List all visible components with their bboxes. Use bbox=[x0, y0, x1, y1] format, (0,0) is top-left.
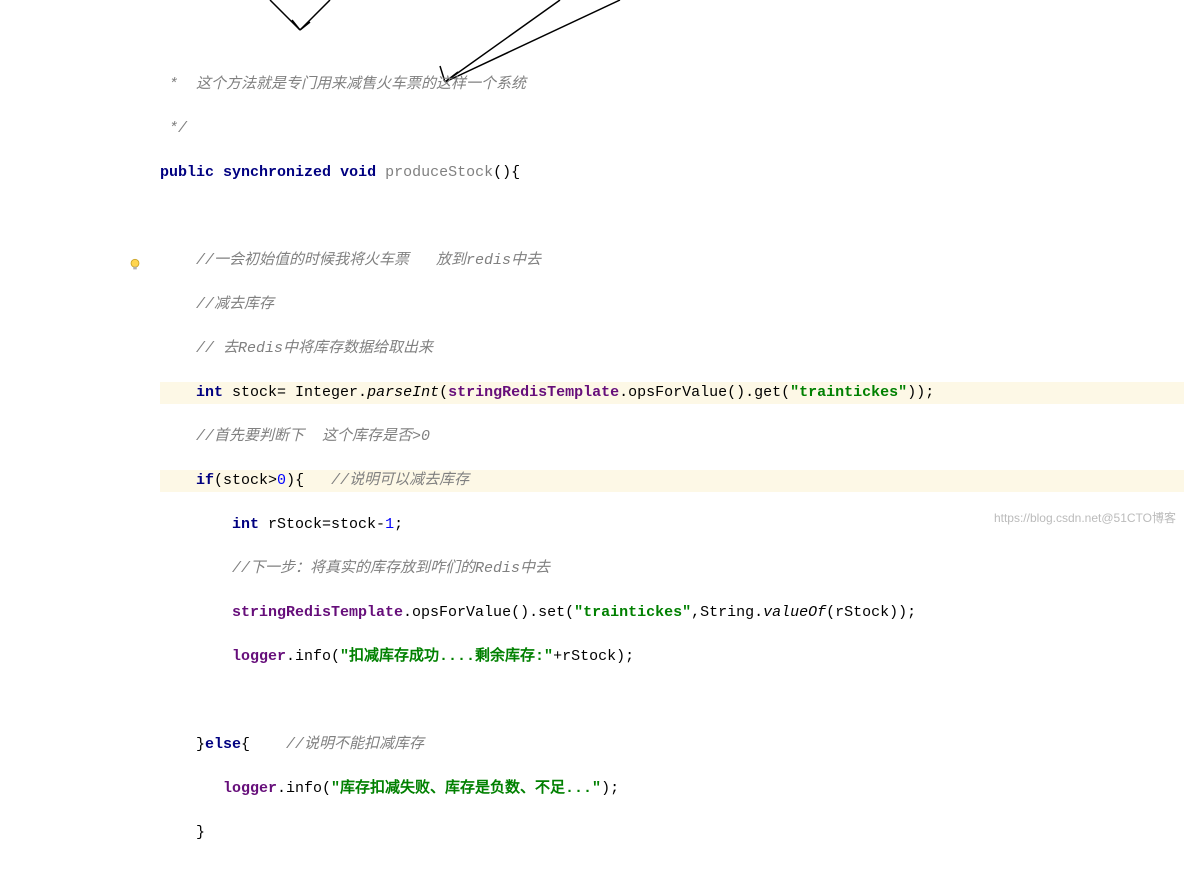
number: 1 bbox=[385, 516, 394, 533]
indent bbox=[160, 384, 196, 401]
indent bbox=[160, 780, 223, 797]
comment: // 去Redis中将库存数据给取出来 bbox=[160, 340, 433, 357]
code: (stock> bbox=[214, 472, 277, 489]
comment: //说明可以减去库存 bbox=[331, 472, 469, 489]
comment: //一会初始值的时候我将火车票 放到redis中去 bbox=[160, 252, 541, 269]
watermark: https://blog.csdn.net@51CTO博客 bbox=[994, 509, 1176, 526]
code: ); bbox=[601, 780, 619, 797]
comment: //说明不能扣减库存 bbox=[286, 736, 424, 753]
code: .info( bbox=[286, 648, 340, 665]
doc-comment: * 这个方法就是专门用来减售火车票的这样一个系统 bbox=[160, 76, 526, 93]
number: 0 bbox=[277, 472, 286, 489]
code: ,String. bbox=[691, 604, 763, 621]
indent bbox=[160, 648, 232, 665]
method-name: produceStock bbox=[385, 164, 493, 181]
comment: //下一步：将真实的库存放到咋们的Redis中去 bbox=[160, 560, 550, 577]
string-literal: "库存扣减失败、库存是负数、不足..." bbox=[331, 780, 601, 797]
code: { bbox=[241, 736, 286, 753]
kw-synchronized: synchronized bbox=[223, 164, 331, 181]
code-editor[interactable]: * 这个方法就是专门用来减售火车票的这样一个系统 */ public synch… bbox=[0, 0, 1184, 888]
kw-int: int bbox=[232, 516, 259, 533]
kw-else: else bbox=[205, 736, 241, 753]
static-call: parseInt bbox=[367, 384, 439, 401]
code: ; bbox=[394, 516, 403, 533]
kw-if: if bbox=[196, 472, 214, 489]
kw-void: void bbox=[340, 164, 376, 181]
static-call: valueOf bbox=[763, 604, 826, 621]
kw-int: int bbox=[196, 384, 223, 401]
field-ref: stringRedisTemplate bbox=[448, 384, 619, 401]
indent bbox=[160, 472, 196, 489]
code: ){ bbox=[286, 472, 331, 489]
field-ref: logger bbox=[232, 648, 286, 665]
method-parens: (){ bbox=[493, 164, 520, 181]
paren: ( bbox=[439, 384, 448, 401]
code: .info( bbox=[277, 780, 331, 797]
indent bbox=[160, 604, 232, 621]
code: +rStock); bbox=[553, 648, 634, 665]
kw-public: public bbox=[160, 164, 214, 181]
doc-comment-end: */ bbox=[160, 120, 187, 137]
code: .opsForValue().get( bbox=[619, 384, 790, 401]
string-literal: "traintickes" bbox=[790, 384, 907, 401]
code: stock= Integer. bbox=[223, 384, 367, 401]
code: .opsForValue().set( bbox=[403, 604, 574, 621]
string-literal: "扣减库存成功....剩余库存:" bbox=[340, 648, 553, 665]
code: rStock=stock- bbox=[259, 516, 385, 533]
field-ref: logger bbox=[223, 780, 277, 797]
indent bbox=[160, 516, 232, 533]
blank-line bbox=[160, 206, 1184, 228]
code: (rStock)); bbox=[826, 604, 916, 621]
paren: )); bbox=[907, 384, 934, 401]
comment: //减去库存 bbox=[160, 296, 274, 313]
string-literal: "traintickes" bbox=[574, 604, 691, 621]
blank-line bbox=[160, 690, 1184, 712]
field-ref: stringRedisTemplate bbox=[232, 604, 403, 621]
code: } bbox=[160, 736, 205, 753]
code: } bbox=[160, 824, 205, 841]
comment: //首先要判断下 这个库存是否>0 bbox=[160, 428, 430, 445]
